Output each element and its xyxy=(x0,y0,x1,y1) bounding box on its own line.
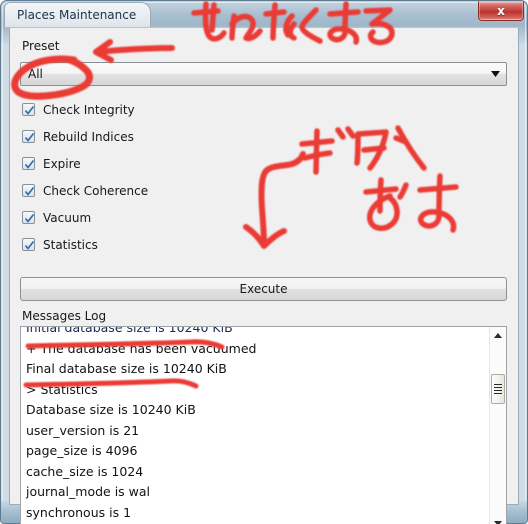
preset-combobox[interactable]: All xyxy=(20,62,507,86)
execute-button[interactable]: Execute xyxy=(20,277,507,301)
checkbox-label-check-coherence: Check Coherence xyxy=(43,183,149,198)
task-checkbox-list: Check Integrity Rebuild Indices Expire C… xyxy=(22,96,322,258)
messages-log-label: Messages Log xyxy=(22,309,107,323)
log-line: + The database has been vacuumed xyxy=(26,340,257,356)
log-line: user_version is 21 xyxy=(26,422,140,438)
close-button[interactable]: x xyxy=(478,1,524,21)
preset-label: Preset xyxy=(22,39,60,53)
log-line: Final database size is 10240 KiB xyxy=(26,361,227,376)
log-line: synchronous is 1 xyxy=(26,504,132,520)
chevron-down-icon xyxy=(484,71,506,77)
messages-log-lines: Initial database size is 10240 KiB + The… xyxy=(26,327,489,524)
preset-selected-value: All xyxy=(28,67,43,81)
checkbox-row-check-coherence[interactable]: Check Coherence xyxy=(22,177,322,204)
checkbox-row-check-integrity[interactable]: Check Integrity xyxy=(22,96,322,123)
checkbox-statistics[interactable] xyxy=(22,238,35,251)
log-line: cache_size is 1024 xyxy=(26,463,144,479)
checkbox-label-rebuild-indices: Rebuild Indices xyxy=(43,129,134,144)
scroll-thumb-grip-icon xyxy=(494,382,502,396)
log-line: Initial database size is 10240 KiB xyxy=(26,327,233,335)
scroll-down-arrow-icon[interactable] xyxy=(490,515,506,524)
checkbox-label-expire: Expire xyxy=(43,156,81,171)
checkbox-check-coherence[interactable] xyxy=(22,184,35,197)
execute-button-label: Execute xyxy=(239,282,288,296)
checkbox-row-statistics[interactable]: Statistics xyxy=(22,231,322,258)
checkbox-row-vacuum[interactable]: Vacuum xyxy=(22,204,322,231)
log-line: > Statistics xyxy=(26,381,98,397)
checkbox-row-rebuild-indices[interactable]: Rebuild Indices xyxy=(22,123,322,150)
window-title: Places Maintenance xyxy=(17,8,137,22)
messages-log-vertical-scrollbar[interactable] xyxy=(489,327,506,524)
checkbox-label-statistics: Statistics xyxy=(43,237,98,252)
checkbox-label-check-integrity: Check Integrity xyxy=(43,102,135,117)
checkbox-label-vacuum: Vacuum xyxy=(43,210,92,225)
screenshot-root: Places Maintenance x Preset All Check In… xyxy=(0,0,528,524)
log-line: journal_mode is wal xyxy=(26,484,151,499)
checkbox-check-integrity[interactable] xyxy=(22,103,35,116)
scrollbar-thumb[interactable] xyxy=(491,374,505,404)
window-title-tab: Places Maintenance xyxy=(4,2,152,27)
messages-log-viewport: Initial database size is 10240 KiB + The… xyxy=(21,327,489,524)
checkbox-rebuild-indices[interactable] xyxy=(22,130,35,143)
log-line: Database size is 10240 KiB xyxy=(26,402,196,417)
close-icon: x xyxy=(497,4,505,18)
checkbox-expire[interactable] xyxy=(22,157,35,170)
scroll-up-arrow-icon[interactable] xyxy=(490,327,506,344)
messages-log-box[interactable]: Initial database size is 10240 KiB + The… xyxy=(20,326,507,524)
checkbox-vacuum[interactable] xyxy=(22,211,35,224)
titlebar: Places Maintenance x xyxy=(0,0,528,27)
log-line: page_size is 4096 xyxy=(26,443,138,458)
dialog-client-area: Preset All Check Integrity Rebuild Indic… xyxy=(9,27,519,524)
checkbox-row-expire[interactable]: Expire xyxy=(22,150,322,177)
